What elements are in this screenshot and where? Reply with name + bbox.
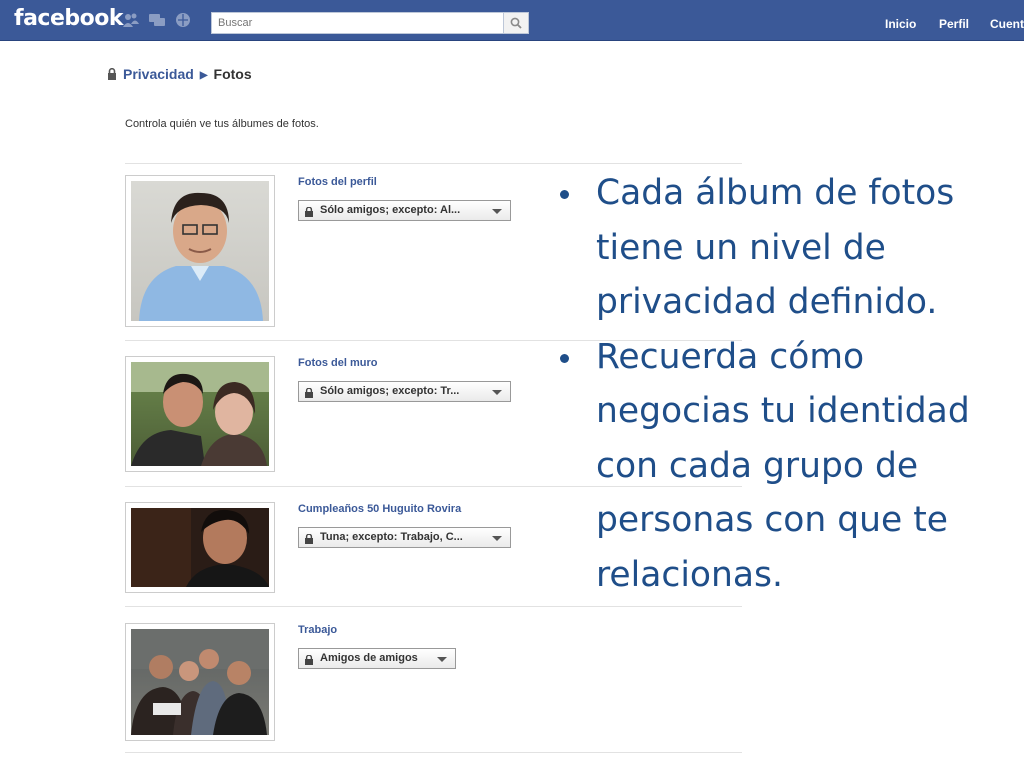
breadcrumb-privacidad[interactable]: Privacidad	[123, 66, 194, 82]
lock-icon	[305, 653, 313, 672]
album-title-cumpleanos[interactable]: Cumpleaños 50 Huguito Rovira	[298, 503, 461, 515]
bullet-dot-icon	[560, 190, 569, 199]
friend-requests-icon[interactable]	[122, 12, 140, 28]
slide-bullet: Recuerda cómo negocias tu identidad con …	[556, 330, 996, 603]
breadcrumb: Privacidad ▶ Fotos	[107, 66, 252, 83]
nav-cuenta[interactable]: Cuent	[990, 17, 1024, 31]
album-cover-trabajo[interactable]	[125, 623, 275, 741]
album-cover-cumpleanos[interactable]	[125, 502, 275, 593]
search-box	[211, 12, 529, 34]
dropdown-arrow-icon	[492, 536, 502, 541]
privacy-select-value: Amigos de amigos	[320, 652, 418, 664]
breadcrumb-current: Fotos	[213, 66, 252, 82]
slide-bullet-list: Cada álbum de fotos tiene un nivel de pr…	[556, 166, 996, 602]
search-input[interactable]	[212, 13, 514, 33]
divider	[125, 163, 742, 164]
privacy-select-value: Sólo amigos; excepto: Al...	[320, 204, 461, 216]
dropdown-arrow-icon	[492, 390, 502, 395]
nav-perfil[interactable]: Perfil	[939, 17, 969, 31]
breadcrumb-separator-icon: ▶	[199, 70, 208, 81]
slide-bullet: Cada álbum de fotos tiene un nivel de pr…	[556, 166, 996, 330]
album-cover-fotos-del-perfil[interactable]	[125, 175, 275, 327]
bullet-dot-icon	[560, 353, 569, 363]
privacy-select-fotos-del-muro[interactable]: Sólo amigos; excepto: Tr...	[298, 381, 511, 402]
album-title-trabajo[interactable]: Trabajo	[298, 624, 337, 636]
dropdown-arrow-icon	[437, 657, 447, 662]
search-icon	[510, 17, 522, 29]
album-title-fotos-del-perfil[interactable]: Fotos del perfil	[298, 176, 377, 188]
privacy-select-trabajo[interactable]: Amigos de amigos	[298, 648, 456, 669]
nav-inicio[interactable]: Inicio	[885, 17, 916, 31]
privacy-select-cumpleanos[interactable]: Tuna; excepto: Trabajo, C...	[298, 527, 511, 548]
lock-icon	[305, 205, 313, 224]
divider	[125, 606, 742, 607]
facebook-logo[interactable]: facebook	[14, 6, 124, 31]
notifications-icon[interactable]	[174, 12, 192, 28]
page-description: Controla quién ve tus álbumes de fotos.	[125, 118, 319, 130]
lock-icon	[305, 386, 313, 405]
search-button[interactable]	[503, 13, 528, 33]
dropdown-arrow-icon	[492, 209, 502, 214]
privacy-select-fotos-del-perfil[interactable]: Sólo amigos; excepto: Al...	[298, 200, 511, 221]
privacy-select-value: Tuna; excepto: Trabajo, C...	[320, 531, 463, 543]
album-title-fotos-del-muro[interactable]: Fotos del muro	[298, 357, 377, 369]
divider	[125, 752, 742, 753]
album-cover-fotos-del-muro[interactable]	[125, 356, 275, 472]
top-navigation-bar: facebook Inicio Perfil Cuent	[0, 0, 1024, 41]
lock-icon	[107, 67, 117, 83]
lock-icon	[305, 532, 313, 551]
messages-icon[interactable]	[148, 12, 166, 28]
slide-bullet-text: Cada álbum de fotos tiene un nivel de pr…	[596, 173, 955, 322]
privacy-select-value: Sólo amigos; excepto: Tr...	[320, 385, 460, 397]
slide-bullet-text: Recuerda cómo negocias tu identidad con …	[596, 336, 970, 595]
